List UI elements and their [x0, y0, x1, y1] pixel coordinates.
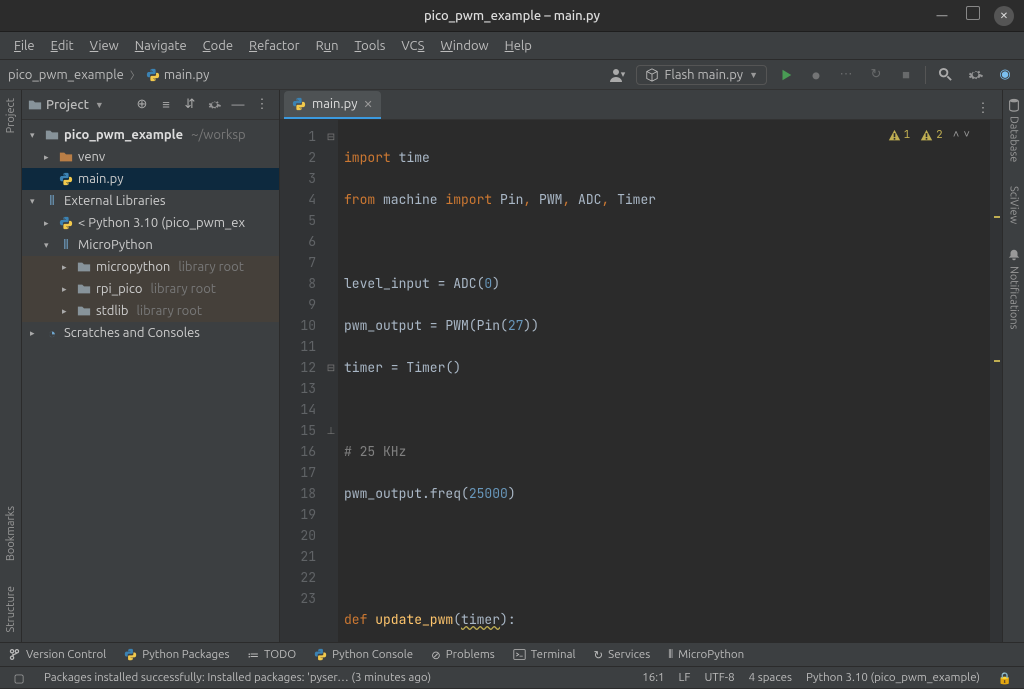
collapse-all-icon[interactable]: ⇵	[179, 94, 201, 116]
titlebar: pico_pwm_example – main.py	[0, 0, 1024, 32]
panel-settings-icon[interactable]	[203, 94, 225, 116]
status-lock-icon[interactable]: 🔒	[994, 667, 1016, 689]
status-indent[interactable]: 4 spaces	[749, 671, 792, 684]
tree-micropython[interactable]: ▾⫴ MicroPython	[22, 234, 279, 256]
tool-windows-toggle[interactable]: ▢	[8, 667, 30, 689]
strip-bookmarks[interactable]: Bookmarks	[5, 506, 17, 561]
python-icon	[292, 97, 306, 111]
project-icon	[28, 98, 42, 112]
menu-window[interactable]: Window	[434, 37, 494, 55]
minimize-button[interactable]	[932, 6, 952, 26]
breadcrumb-file[interactable]: main.py	[146, 68, 210, 82]
right-tool-strip: Database SciView Notifications	[1002, 90, 1024, 642]
debug-button[interactable]	[805, 64, 827, 86]
bottom-tool-tabs: Version Control Python Packages ≔ TODO P…	[0, 642, 1024, 666]
ide-logo-icon[interactable]: ◉	[994, 64, 1016, 86]
menu-refactor[interactable]: Refactor	[243, 37, 306, 55]
menu-code[interactable]: Code	[197, 37, 239, 55]
status-bar: ▢ Packages installed successfully: Insta…	[0, 666, 1024, 688]
breadcrumb-project[interactable]: pico_pwm_example	[8, 68, 124, 82]
project-panel: Project ▼ ⊕ ≡ ⇵ — ⋮ ▾ pico_pwm_example~/…	[22, 90, 280, 642]
status-line-sep[interactable]: LF	[679, 671, 691, 684]
maximize-button[interactable]	[966, 6, 980, 20]
strip-notifications[interactable]: Notifications	[1007, 248, 1021, 329]
add-user-icon[interactable]: ▾	[606, 64, 628, 86]
editor: main.py ✕ ⋮ 1 2 ˄˅ 123456789101112131415…	[280, 90, 1002, 642]
tab-version-control[interactable]: Version Control	[8, 648, 106, 661]
tree-rpi[interactable]: ▸ rpi_picolibrary root	[22, 278, 279, 300]
tree-mainpy[interactable]: main.py	[22, 168, 279, 190]
strip-project[interactable]: Project	[5, 98, 17, 133]
project-panel-title[interactable]: Project ▼	[28, 98, 125, 112]
run-button[interactable]	[775, 64, 797, 86]
status-position[interactable]: 16:1	[642, 671, 664, 684]
fold-gutter[interactable]: ⊟ ⊟ ⊥	[324, 120, 338, 642]
error-stripe[interactable]	[990, 120, 1002, 642]
panel-menu-icon[interactable]: ⋮	[251, 94, 273, 116]
toolbar: pico_pwm_example 〉 main.py ▾ Flash main.…	[0, 60, 1024, 90]
tab-menu-icon[interactable]: ⋮	[972, 97, 994, 119]
tree-python310[interactable]: ▸ < Python 3.10 (pico_pwm_ex	[22, 212, 279, 234]
inspection-summary[interactable]: 1 2 ˄˅	[888, 128, 970, 142]
status-message[interactable]: Packages installed successfully: Install…	[44, 671, 628, 684]
python-icon	[146, 68, 160, 82]
tree-stdlib[interactable]: ▸ stdliblibrary root	[22, 300, 279, 322]
editor-tabs: main.py ✕ ⋮	[280, 90, 1002, 120]
tab-services[interactable]: ↻ Services	[594, 648, 651, 662]
run-config-icon	[645, 68, 659, 82]
locate-icon[interactable]: ⊕	[131, 94, 153, 116]
menu-file[interactable]: File	[8, 37, 41, 55]
settings-button[interactable]	[964, 64, 986, 86]
status-interpreter[interactable]: Python 3.10 (pico_pwm_example)	[806, 671, 980, 684]
code-area[interactable]: 1 2 ˄˅ 123456789101112131415161718192021…	[280, 120, 1002, 642]
window-title: pico_pwm_example – main.py	[424, 9, 600, 23]
prev-highlight-icon[interactable]: ˄	[953, 128, 960, 142]
tab-mainpy[interactable]: main.py ✕	[284, 91, 381, 119]
chevron-right-icon: 〉	[130, 67, 140, 82]
tree-root[interactable]: ▾ pico_pwm_example~/worksp	[22, 124, 279, 146]
warning-icon	[920, 129, 933, 142]
line-gutter[interactable]: 1234567891011121314151617181920212223	[280, 120, 324, 642]
tree-venv[interactable]: ▸ venv	[22, 146, 279, 168]
menu-vcs[interactable]: VCS	[395, 37, 430, 55]
hide-panel-icon[interactable]: —	[227, 94, 249, 116]
menu-view[interactable]: View	[84, 37, 125, 55]
search-everywhere-button[interactable]	[934, 64, 956, 86]
stop-button[interactable]: ■	[895, 64, 917, 86]
tab-close-icon[interactable]: ✕	[364, 98, 373, 111]
menu-help[interactable]: Help	[499, 37, 538, 55]
next-highlight-icon[interactable]: ˅	[963, 128, 970, 142]
strip-structure[interactable]: Structure	[5, 586, 17, 633]
run-config-selector[interactable]: Flash main.py ▼	[636, 65, 767, 85]
tab-problems[interactable]: ⊘ Problems	[431, 648, 495, 662]
close-button[interactable]	[994, 6, 1014, 26]
code-text[interactable]: import time from machine import Pin, PWM…	[338, 120, 990, 642]
menu-edit[interactable]: Edit	[45, 37, 80, 55]
menubar: File Edit View Navigate Code Refactor Ru…	[0, 32, 1024, 60]
warning-icon	[888, 129, 901, 142]
status-encoding[interactable]: UTF-8	[704, 671, 734, 684]
tab-micropython[interactable]: ⫴ MicroPython	[668, 648, 744, 662]
strip-sciview[interactable]: SciView	[1008, 186, 1020, 224]
rerun-button[interactable]: ↻	[865, 64, 887, 86]
tree-mp-lib[interactable]: ▸ micropythonlibrary root	[22, 256, 279, 278]
tab-python-packages[interactable]: Python Packages	[124, 648, 229, 661]
menu-tools[interactable]: Tools	[349, 37, 392, 55]
tab-todo[interactable]: ≔ TODO	[248, 648, 297, 662]
tree-external-libs[interactable]: ▾⫴ External Libraries	[22, 190, 279, 212]
tree-scratches[interactable]: ▸◔ Scratches and Consoles	[22, 322, 279, 344]
strip-database[interactable]: Database	[1007, 98, 1021, 162]
more-run-icon[interactable]: ⋯	[835, 64, 857, 86]
tab-python-console[interactable]: Python Console	[314, 648, 413, 661]
tab-terminal[interactable]: Terminal	[513, 648, 576, 661]
menu-navigate[interactable]: Navigate	[129, 37, 193, 55]
expand-all-icon[interactable]: ≡	[155, 94, 177, 116]
left-tool-strip: Project Bookmarks Structure	[0, 90, 22, 642]
menu-run[interactable]: Run	[310, 37, 345, 55]
